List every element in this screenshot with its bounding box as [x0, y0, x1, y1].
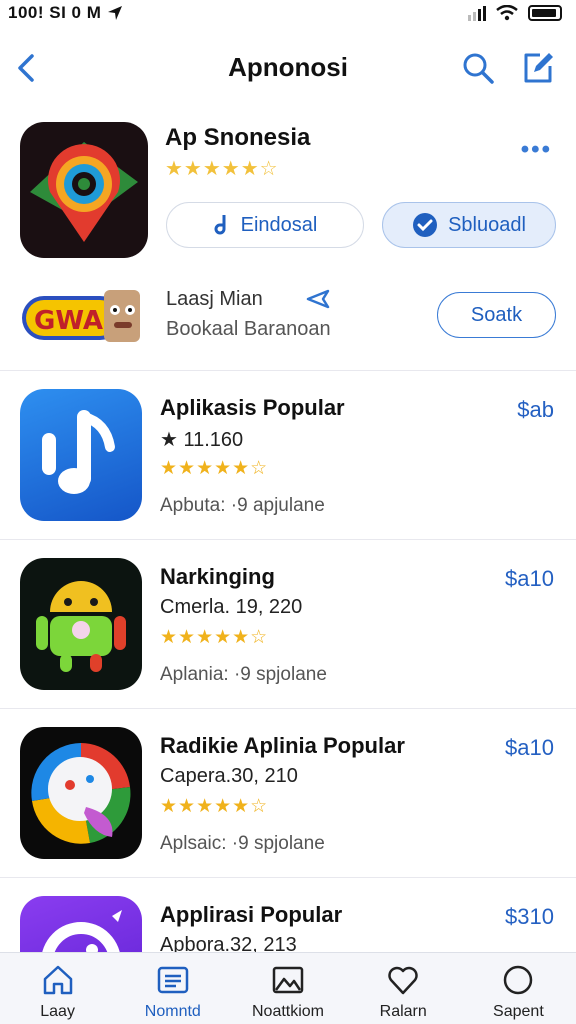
app-price[interactable]: $310 [505, 904, 554, 930]
tab-noattkiom[interactable]: Noattkiom [230, 953, 345, 1024]
tab-label: Sapent [493, 1003, 544, 1020]
status-icons [468, 5, 562, 21]
circle-icon [504, 965, 533, 995]
list-item[interactable]: Radikie Aplinia Popular Capera.30, 210 ★… [0, 708, 576, 877]
download-button[interactable]: Eindosal [166, 202, 364, 248]
list-icon [157, 966, 189, 994]
promo-banner[interactable]: GWA Laasj Mian Bookaal Baranoan Soatk [20, 282, 556, 352]
app-meta: ★ 11.160 [160, 429, 244, 451]
tab-laay[interactable]: Laay [0, 953, 115, 1024]
list-item[interactable]: Aplikasis Popular ★ 11.160 ★★★★★☆ Apbuta… [0, 370, 576, 539]
app-list: Aplikasis Popular ★ 11.160 ★★★★★☆ Apbuta… [0, 370, 576, 1024]
app-rating: ★★★★★☆ [160, 627, 269, 648]
promo-subtitle: Bookaal Baranoan [166, 318, 331, 340]
app-subtitle: Apbuta: ·9 apjulane [160, 495, 325, 516]
app-rating: ★★★★★☆ [160, 796, 269, 817]
compose-icon[interactable] [520, 50, 556, 86]
list-item[interactable]: Narkinging Cmerla. 19, 220 ★★★★★☆ Aplani… [0, 539, 576, 708]
app-name: Radikie Aplinia Popular [160, 733, 405, 758]
navigation-bar: Apnonosi [0, 40, 576, 96]
status-time: 100! SI 0 M [8, 3, 123, 23]
app-price[interactable]: $a10 [505, 566, 554, 592]
download-button-label: Eindosal [240, 213, 318, 236]
featured-app-icon [20, 122, 148, 258]
more-options-icon[interactable]: ••• [521, 136, 552, 164]
music-note-icon [20, 389, 142, 521]
tab-label: Laay [40, 1003, 75, 1020]
search-icon[interactable] [460, 50, 496, 86]
shield-check-icon [413, 213, 438, 237]
tab-label: Noattkiom [251, 1003, 325, 1020]
tab-label: Nomntd [144, 1003, 201, 1020]
sort-button[interactable]: Soatk [437, 292, 556, 338]
tab-sapent[interactable]: Sapent [461, 953, 576, 1024]
colorful-face-icon [20, 727, 142, 859]
tab-ralarn[interactable]: Ralarn [346, 953, 461, 1024]
app-meta: Capera.30, 210 [160, 765, 298, 787]
battery-icon [528, 5, 562, 21]
wifi-icon [496, 5, 518, 21]
app-price[interactable]: $ab [517, 397, 554, 423]
featured-app[interactable]: Ap Snonesia ★★★★★☆ ••• Eindosal Sbluoadl [20, 122, 556, 262]
heart-icon [388, 966, 418, 995]
send-icon [306, 289, 330, 309]
app-meta: Cmerla. 19, 220 [160, 596, 303, 618]
app-name: Aplikasis Popular [160, 395, 345, 420]
upload-button[interactable]: Sbluoadl [382, 202, 556, 248]
promo-title: Laasj Mian [166, 288, 263, 310]
status-bar: 100! SI 0 M [0, 0, 576, 26]
photo-icon [272, 966, 304, 994]
status-time-text: 100! SI 0 M [8, 3, 102, 22]
featured-app-name: Ap Snonesia [165, 124, 311, 151]
location-arrow-icon [108, 6, 123, 20]
app-subtitle: Aplania: ·9 spjolane [160, 664, 327, 685]
app-price[interactable]: $a10 [505, 735, 554, 761]
app-name: Narkinging [160, 564, 275, 589]
cellular-signal-icon [468, 5, 486, 21]
tab-nomntd[interactable]: Nomntd [115, 953, 230, 1024]
promo-logo: GWA [20, 286, 146, 346]
download-icon [214, 215, 226, 235]
android-robot-icon [20, 558, 142, 690]
upload-button-label: Sbluoadl [448, 213, 526, 236]
tab-bar: Laay Nomntd Noattkiom Ralarn Sapent [0, 952, 576, 1024]
tab-label: Ralarn [379, 1003, 427, 1020]
home-icon [43, 965, 72, 995]
app-subtitle: Aplsaic: ·9 spjolane [160, 833, 325, 854]
app-rating: ★★★★★☆ [160, 458, 269, 479]
featured-app-rating: ★★★★★☆ [165, 158, 279, 180]
app-name: Applirasi Popular [160, 902, 343, 927]
promo-logo-text: GWA [34, 306, 103, 336]
